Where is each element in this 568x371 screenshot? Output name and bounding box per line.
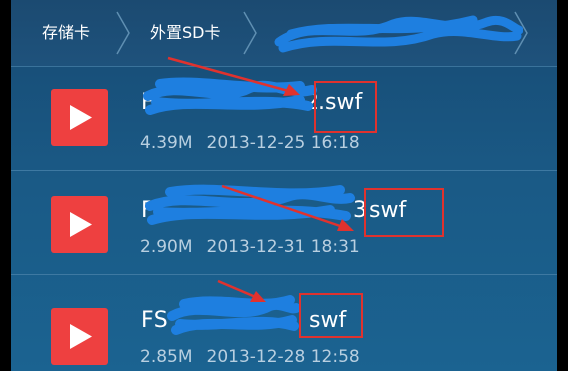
breadcrumb: 存储卡 外置SD卡 <box>11 0 557 67</box>
list-item[interactable]: F 2 .swf 4.39M 2013-12-25 16:18 <box>11 67 557 171</box>
file-date: 2013-12-25 16:18 <box>206 133 360 153</box>
file-meta: 2.90M 2013-12-31 18:31 <box>140 237 360 257</box>
play-icon <box>70 324 92 349</box>
play-button[interactable] <box>51 308 108 365</box>
file-meta: 2.85M 2013-12-28 12:58 <box>140 347 360 367</box>
breadcrumb-item-storage-card[interactable]: 存储卡 <box>42 0 90 66</box>
file-date: 2013-12-28 12:58 <box>206 347 360 367</box>
chevron-right-icon <box>116 11 130 55</box>
file-meta: 4.39M 2013-12-25 16:18 <box>140 133 360 153</box>
list-item[interactable]: F 3 swf 2.90M 2013-12-31 18:31 <box>11 171 557 275</box>
list-item[interactable]: FS swf 2.85M 2013-12-28 12:58 <box>11 275 557 371</box>
file-name-end: 3 <box>353 198 368 223</box>
file-extension: swf <box>309 308 347 333</box>
file-size: 2.85M <box>140 347 193 367</box>
play-icon <box>70 212 92 237</box>
file-size: 4.39M <box>140 133 193 153</box>
file-date: 2013-12-31 18:31 <box>206 237 360 257</box>
file-name-start: FS <box>141 308 169 333</box>
breadcrumb-item-external-sd[interactable]: 外置SD卡 <box>150 0 220 66</box>
redaction-scribble <box>274 15 523 53</box>
file-name-start: F <box>141 198 155 223</box>
play-button[interactable] <box>51 89 108 146</box>
file-name-start: F <box>141 90 155 115</box>
chevron-right-icon <box>243 11 257 55</box>
file-browser-screen: 存储卡 外置SD卡 F 2 .swf 4.39M 2013-12-25 16:18 <box>11 0 557 371</box>
play-button[interactable] <box>51 196 108 253</box>
file-size: 2.90M <box>140 237 193 257</box>
play-icon <box>70 105 92 130</box>
chevron-right-icon <box>514 11 528 55</box>
file-extension: .swf <box>318 90 363 115</box>
file-extension: swf <box>369 198 407 223</box>
